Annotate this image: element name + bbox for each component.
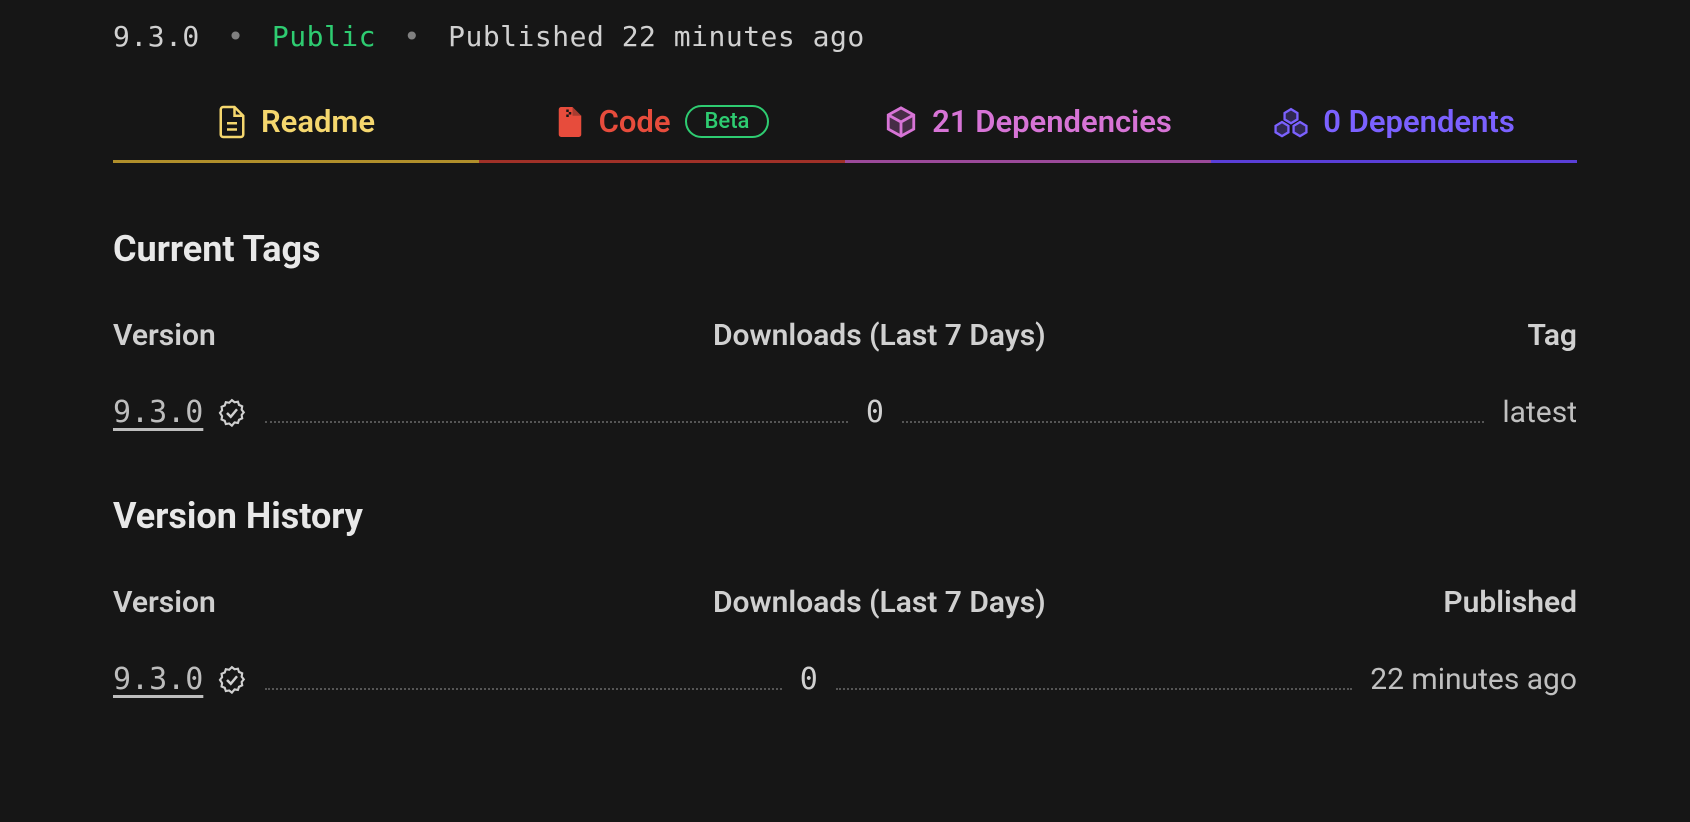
downloads-value: 0 [866, 395, 884, 430]
current-tags-header-row: Version Downloads (Last 7 Days) Tag [113, 318, 1577, 353]
package-version: 9.3.0 [113, 20, 200, 53]
downloads-value: 0 [800, 662, 818, 697]
header-tag: Tag [1197, 318, 1577, 353]
current-tags-heading: Current Tags [113, 228, 1577, 270]
dotted-separator [265, 670, 781, 690]
version-link[interactable]: 9.3.0 [113, 395, 203, 430]
tab-code-label: Code [599, 103, 671, 140]
visibility-label: Public [272, 20, 376, 53]
file-zip-icon [555, 104, 585, 140]
header-published: Published [1197, 585, 1577, 620]
header-version: Version [113, 585, 713, 620]
cubes-icon [1273, 105, 1309, 139]
header-version: Version [113, 318, 713, 353]
dotted-separator [265, 403, 848, 423]
header-downloads: Downloads (Last 7 Days) [713, 318, 1197, 353]
separator-dot: • [403, 20, 420, 53]
tab-code[interactable]: Code Beta [479, 83, 845, 163]
table-row: 9.3.0 0 22 minutes ago [113, 662, 1577, 697]
tab-dependencies-label: 21 Dependencies [932, 103, 1172, 140]
version-history-heading: Version History [113, 495, 1577, 537]
file-text-icon [217, 104, 247, 140]
table-row: 9.3.0 0 latest [113, 395, 1577, 430]
tab-readme[interactable]: Readme [113, 83, 479, 163]
published-prefix: Published [448, 20, 604, 53]
tab-readme-label: Readme [261, 103, 375, 140]
tab-dependents[interactable]: 0 Dependents [1211, 83, 1577, 163]
header-downloads: Downloads (Last 7 Days) [713, 585, 1197, 620]
beta-badge: Beta [685, 105, 770, 138]
version-history-header-row: Version Downloads (Last 7 Days) Publishe… [113, 585, 1577, 620]
dotted-separator [836, 670, 1352, 690]
package-meta: 9.3.0 • Public • Published 22 minutes ag… [113, 0, 1577, 83]
cube-icon [884, 105, 918, 139]
tab-dependents-label: 0 Dependents [1323, 103, 1515, 140]
verified-icon [217, 665, 247, 695]
verified-icon [217, 398, 247, 428]
published-value: 22 minutes ago [1370, 662, 1577, 697]
dotted-separator [902, 403, 1485, 423]
published-time: 22 minutes ago [622, 20, 865, 53]
tab-dependencies[interactable]: 21 Dependencies [845, 83, 1211, 163]
tag-value: latest [1502, 395, 1577, 430]
version-link[interactable]: 9.3.0 [113, 662, 203, 697]
separator-dot: • [227, 20, 244, 53]
tab-bar: Readme Code Beta 21 D [113, 83, 1577, 163]
